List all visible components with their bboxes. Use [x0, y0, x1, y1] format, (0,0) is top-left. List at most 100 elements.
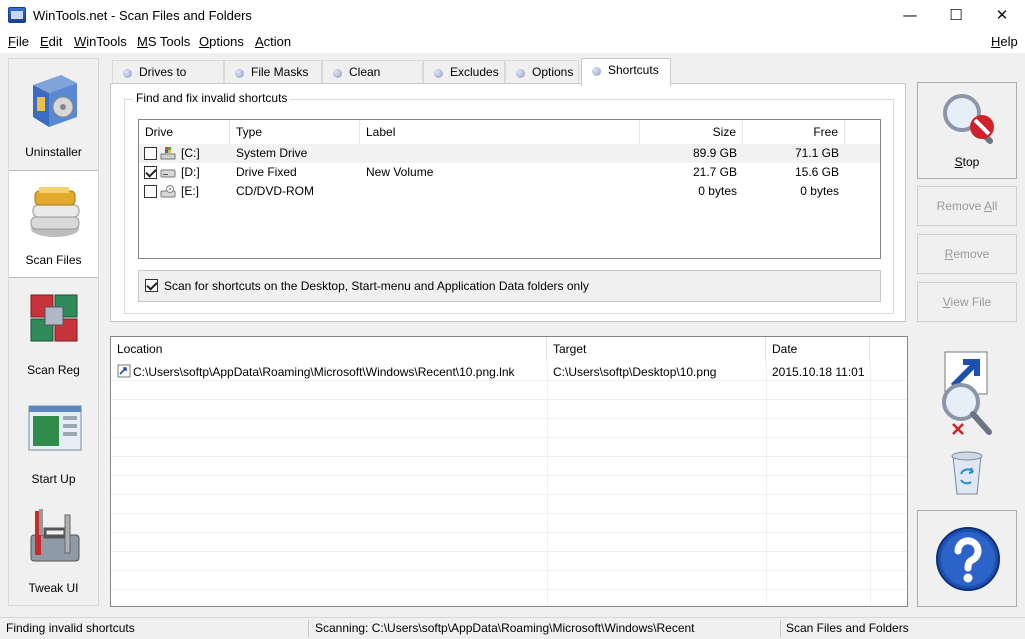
tab-bullet-icon	[235, 69, 244, 78]
menu-options[interactable]: Options	[199, 34, 244, 49]
recycle-bin-icon[interactable]	[947, 446, 987, 496]
scan-option-box: Scan for shortcuts on the Desktop, Start…	[138, 270, 881, 302]
menu-wintools[interactable]: WinTools	[74, 34, 127, 49]
window-icon	[28, 405, 82, 451]
results-list[interactable]: Location Target Date C:\Users\softp\AppD…	[110, 336, 908, 607]
hard-drive-icon	[160, 169, 176, 178]
help-icon	[936, 527, 1000, 591]
grid-line	[111, 513, 907, 514]
menu-action[interactable]: Action	[255, 34, 291, 49]
tab-drives-to-scan[interactable]: Drives to Scan	[112, 60, 224, 102]
grid-line	[111, 532, 907, 533]
sidebar-item-label: Tweak UI	[28, 581, 79, 595]
find-shortcut-icon[interactable]	[937, 350, 997, 440]
sidebar-item-tweak-ui[interactable]: Tweak UI	[9, 497, 98, 605]
tab-excludes[interactable]: Excludes	[423, 60, 505, 84]
tab-bullet-icon	[333, 69, 342, 78]
column-header-free[interactable]: Free	[743, 120, 845, 144]
status-left: Finding invalid shortcuts	[6, 621, 135, 635]
drive-checkbox[interactable]	[144, 147, 157, 160]
grid-line	[111, 456, 907, 457]
grid-line	[111, 380, 907, 381]
stop-button[interactable]: Stop	[917, 82, 1017, 179]
window-title: WinTools.net - Scan Files and Folders	[33, 8, 252, 23]
minimize-button[interactable]: —	[887, 0, 933, 31]
tab-bullet-icon	[434, 69, 443, 78]
scan-option-label[interactable]: Scan for shortcuts on the Desktop, Start…	[164, 279, 589, 293]
system-drive-icon	[160, 147, 176, 160]
stack-icon	[30, 187, 80, 237]
tab-bullet-icon	[123, 69, 132, 78]
scan-option-checkbox[interactable]	[145, 279, 158, 292]
remove-all-button[interactable]: Remove All	[917, 186, 1017, 226]
title-bar: WinTools.net - Scan Files and Folders — …	[0, 0, 1025, 31]
shortcuts-panel: Find and fix invalid shortcuts Drive Typ…	[110, 83, 906, 322]
shortcuts-group: Find and fix invalid shortcuts Drive Typ…	[124, 91, 894, 314]
status-scanning-path: Scanning: C:\Users\softp\AppData\Roaming…	[315, 621, 695, 635]
group-title: Find and fix invalid shortcuts	[133, 91, 291, 105]
status-separator	[308, 620, 309, 637]
grid-line	[111, 589, 907, 590]
grid-line	[111, 475, 907, 476]
column-header-target[interactable]: Target	[547, 337, 766, 361]
drive-row[interactable]: [C:] System Drive 89.9 GB 71.1 GB	[139, 144, 880, 163]
cubes-icon	[30, 294, 78, 342]
grid-line	[111, 570, 907, 571]
column-header-label[interactable]: Label	[360, 120, 640, 144]
help-button[interactable]	[917, 510, 1017, 607]
drive-checkbox[interactable]	[144, 185, 157, 198]
grid-line	[111, 494, 907, 495]
result-location: C:\Users\softp\AppData\Roaming\Microsoft…	[133, 365, 515, 379]
stop-label: Stop	[954, 155, 980, 169]
column-header-drive[interactable]: Drive	[139, 120, 230, 144]
tab-file-masks[interactable]: File Masks	[224, 60, 322, 84]
sidebar-item-scan-files[interactable]: Scan Files	[9, 170, 98, 278]
result-date: 2015.10.18 11:01	[772, 365, 865, 379]
sidebar-item-label: Start Up	[31, 472, 76, 486]
status-module: Scan Files and Folders	[786, 621, 909, 635]
sidebar-item-scan-reg[interactable]: Scan Reg	[9, 279, 98, 387]
drive-checkbox[interactable]	[144, 166, 157, 179]
close-button[interactable]: ✕	[979, 0, 1025, 31]
drive-row[interactable]: [E:] CD/DVD-ROM 0 bytes 0 bytes	[139, 182, 880, 201]
sidebar-item-uninstaller[interactable]: Uninstaller	[9, 61, 98, 169]
tab-shortcuts[interactable]: Shortcuts	[581, 58, 671, 86]
tab-clean-folders[interactable]: Clean Folders	[322, 60, 423, 102]
grid-line	[111, 418, 907, 419]
grid-line	[766, 361, 767, 606]
tab-options[interactable]: Options	[505, 60, 579, 84]
column-header-date[interactable]: Date	[766, 337, 870, 361]
status-bar: Finding invalid shortcuts Scanning: C:\U…	[0, 617, 1025, 639]
menu-ms-tools[interactable]: MS Tools	[137, 34, 190, 49]
menu-file[interactable]: File	[8, 34, 29, 49]
grid-line	[870, 361, 871, 606]
cd-drive-icon	[160, 185, 176, 198]
column-header-location[interactable]: Location	[111, 337, 547, 361]
grid-line	[111, 437, 907, 438]
menu-edit[interactable]: Edit	[40, 34, 62, 49]
sidebar-item-label: Uninstaller	[25, 145, 82, 159]
box-icon	[33, 75, 77, 127]
grid-line	[111, 551, 907, 552]
sidebar-item-label: Scan Reg	[27, 363, 80, 377]
grid-line	[547, 361, 548, 606]
maximize-button[interactable]: ☐	[933, 0, 979, 31]
sidebar-item-start-up[interactable]: Start Up	[9, 388, 98, 496]
tab-control: Drives to Scan File Masks Clean Folders …	[110, 58, 906, 322]
tab-bullet-icon	[592, 67, 601, 76]
menu-help[interactable]: Help	[991, 34, 1018, 49]
remove-button[interactable]: Remove	[917, 234, 1017, 274]
menu-bar: File Edit WinTools MS Tools Options Acti…	[0, 31, 1025, 53]
grid-line	[111, 399, 907, 400]
drive-list[interactable]: Drive Type Label Size Free [C:] System D…	[138, 119, 881, 259]
result-target: C:\Users\softp\Desktop\10.png	[553, 365, 717, 379]
app-icon	[8, 7, 26, 23]
magnifier-stop-icon	[943, 94, 994, 144]
tab-bullet-icon	[516, 69, 525, 78]
column-header-type[interactable]: Type	[230, 120, 360, 144]
column-header-size[interactable]: Size	[640, 120, 743, 144]
status-separator	[780, 620, 781, 637]
drive-row[interactable]: [D:] Drive Fixed New Volume 21.7 GB 15.6…	[139, 163, 880, 182]
view-file-button[interactable]: View File	[917, 282, 1017, 322]
shortcut-file-icon	[117, 364, 131, 378]
